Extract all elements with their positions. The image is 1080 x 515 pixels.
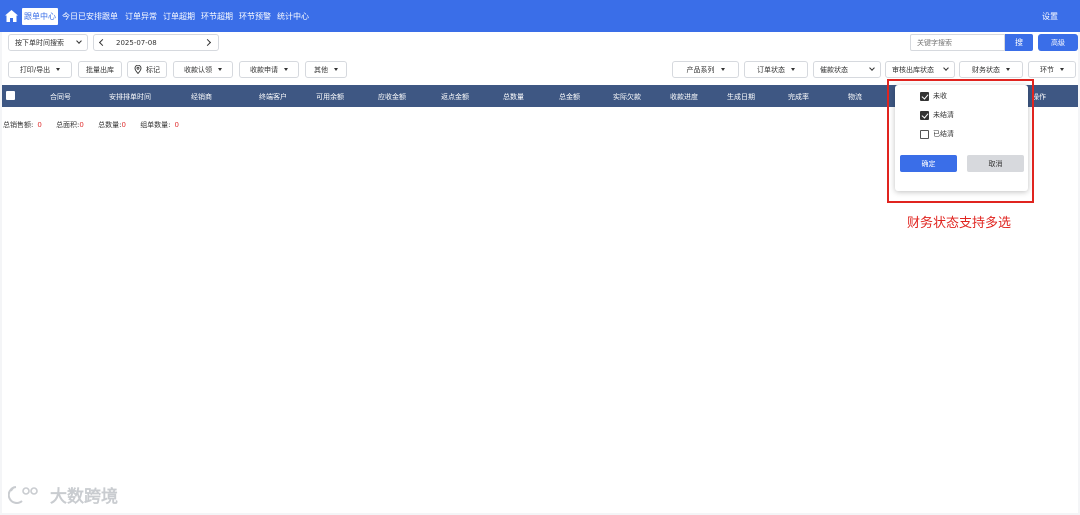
caret-down-icon [791, 68, 795, 71]
nav-tab-stage-overdue[interactable]: 环节超期 [201, 11, 233, 22]
top-nav-bar: 跟单中心 今日已安排跟单 订单异常 订单超期 环节超期 环节预警 统计中心 设置 [0, 0, 1080, 32]
other-label: 其他 [314, 65, 328, 74]
time-filter-select[interactable]: 按下单时间搜索 [8, 34, 88, 51]
column-header: 合同号 [50, 93, 71, 101]
total-area-value: 0 [79, 121, 84, 129]
order-status-label: 订单状态 [757, 65, 785, 74]
caret-down-icon [1006, 68, 1010, 71]
column-header: 收款进度 [670, 93, 698, 101]
column-header: 终端客户 [259, 93, 287, 101]
annotation-text: 财务状态支持多选 [907, 216, 1012, 231]
date-picker[interactable]: 2025-07-08 [93, 34, 219, 51]
caret-down-icon [56, 68, 61, 71]
chevron-down-icon [869, 65, 875, 71]
chevron-down-icon [943, 65, 949, 71]
chevron-left-icon[interactable] [98, 38, 107, 47]
total-sales-value: 0 [37, 121, 42, 129]
column-header: 总金额 [559, 93, 580, 101]
total-qty-label: 总数量: [98, 121, 122, 129]
collection-status-label: 催款状态 [820, 65, 848, 74]
caret-down-icon [720, 68, 725, 71]
column-header: 生成日期 [727, 93, 755, 101]
nav-tab-statistics[interactable]: 统计中心 [277, 11, 309, 22]
print-export-label: 打印/导出 [19, 65, 51, 74]
product-series-dropdown[interactable]: 产品系列 [672, 61, 739, 78]
nav-tab-order-overdue[interactable]: 订单超期 [163, 11, 195, 22]
annotation-highlight-box [887, 79, 1034, 203]
chevron-down-icon [76, 38, 82, 44]
column-header: 可用余额 [316, 93, 344, 101]
total-sales-label: 总销售额: [3, 121, 34, 129]
batch-outbound-button[interactable]: 批量出库 [78, 61, 122, 78]
collection-status-select[interactable]: 催款状态 [813, 61, 881, 78]
column-header: 完成率 [788, 93, 809, 101]
finance-status-label: 财务状态 [972, 65, 1000, 74]
product-series-label: 产品系列 [686, 65, 715, 74]
mark-button[interactable]: 标记 [127, 61, 167, 78]
column-header: 物流 [848, 93, 862, 101]
total-qty-value: 0 [121, 121, 126, 129]
nav-tab-order-center[interactable]: 跟单中心 [22, 8, 58, 25]
group-count-label: 组单数量: [140, 121, 171, 129]
column-header: 经销商 [191, 93, 212, 101]
print-export-button[interactable]: 打印/导出 [8, 61, 72, 78]
finance-status-dropdown[interactable]: 财务状态 [959, 61, 1023, 78]
summary-bar: 总销售额: 0 总面积:0 总数量:0 组单数量: 0 [3, 120, 191, 130]
column-header: 安排排单时间 [109, 93, 151, 101]
location-pin-icon [134, 65, 142, 74]
date-value: 2025-07-08 [116, 39, 157, 47]
total-area-label: 总面积: [56, 121, 80, 129]
advanced-search-button[interactable]: 高级 [1038, 34, 1078, 51]
payment-claim-dropdown[interactable]: 收款认领 [173, 61, 233, 78]
home-icon[interactable] [4, 9, 19, 23]
group-count-value: 0 [174, 121, 180, 129]
mark-label: 标记 [146, 65, 160, 74]
nav-tab-stage-warning[interactable]: 环节预警 [239, 11, 271, 22]
caret-down-icon [1060, 68, 1064, 71]
column-header: 实际欠款 [613, 93, 641, 101]
other-dropdown[interactable]: 其他 [305, 61, 347, 78]
payment-claim-label: 收款认领 [184, 65, 212, 74]
search-button[interactable]: 搜 [1005, 34, 1033, 51]
time-filter-value: 按下单时间搜索 [15, 38, 64, 47]
payment-apply-label: 收款申请 [250, 65, 278, 74]
watermark: 大数跨境 [8, 482, 118, 507]
chevron-right-icon[interactable] [203, 38, 212, 47]
column-header: 返点金额 [441, 93, 469, 101]
caret-down-icon [284, 68, 288, 71]
caret-down-icon [334, 68, 338, 71]
select-all-checkbox[interactable] [6, 91, 15, 100]
nav-tab-today-arranged[interactable]: 今日已安排跟单 [62, 11, 118, 22]
column-header: 操作 [1032, 93, 1046, 101]
watermark-text: 大数跨境 [50, 487, 118, 507]
caret-down-icon [218, 68, 222, 71]
audit-status-label: 审核出库状态 [892, 65, 934, 74]
column-header: 应收金额 [378, 93, 406, 101]
payment-apply-dropdown[interactable]: 收款申请 [239, 61, 299, 78]
stage-label: 环节 [1040, 65, 1054, 74]
settings-link[interactable]: 设置 [1042, 11, 1058, 22]
column-header: 总数量 [503, 93, 524, 101]
keyword-search-input[interactable] [910, 34, 1005, 51]
stage-dropdown[interactable]: 环节 [1028, 61, 1076, 78]
audit-outbound-status-select[interactable]: 审核出库状态 [885, 61, 955, 78]
watermark-logo-icon [8, 485, 38, 504]
nav-tab-order-exception[interactable]: 订单异常 [125, 11, 157, 22]
order-status-dropdown[interactable]: 订单状态 [744, 61, 808, 78]
